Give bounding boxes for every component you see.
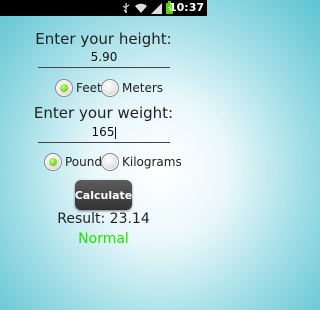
feet-radio[interactable] — [55, 79, 73, 97]
wifi-icon — [135, 3, 147, 13]
unit-pounds-option[interactable]: Pounds — [44, 153, 108, 171]
pounds-radio[interactable] — [44, 153, 62, 171]
status-icons: ⚡ — [121, 0, 173, 14]
meters-label: Meters — [122, 81, 164, 95]
height-value: 5.90 — [90, 50, 118, 64]
signal-icon — [151, 2, 162, 14]
unit-feet-option[interactable]: Feet — [55, 79, 102, 97]
meters-radio[interactable] — [101, 79, 119, 97]
weight-input[interactable]: 165 — [38, 122, 170, 143]
unit-meters-option[interactable]: Meters — [101, 79, 163, 97]
calculate-button[interactable]: Calculate — [75, 180, 132, 210]
kilograms-label: Kilograms — [122, 155, 182, 169]
unit-kilograms-option[interactable]: Kilograms — [101, 153, 182, 171]
kilograms-radio[interactable] — [101, 153, 119, 171]
height-input[interactable]: 5.90 — [38, 47, 170, 68]
weight-value: 165 — [91, 125, 115, 139]
weight-label: Enter your weight: — [33, 104, 174, 122]
height-label: Enter your height: — [35, 30, 172, 48]
result-text: Result: 23.14 — [57, 211, 150, 227]
text-cursor — [115, 126, 117, 139]
status-bar: ⚡ 10:37 — [0, 0, 207, 16]
bmi-category: Normal — [78, 231, 129, 247]
usb-icon — [122, 3, 130, 13]
status-time: 10:37 — [168, 1, 204, 14]
feet-label: Feet — [76, 81, 102, 95]
